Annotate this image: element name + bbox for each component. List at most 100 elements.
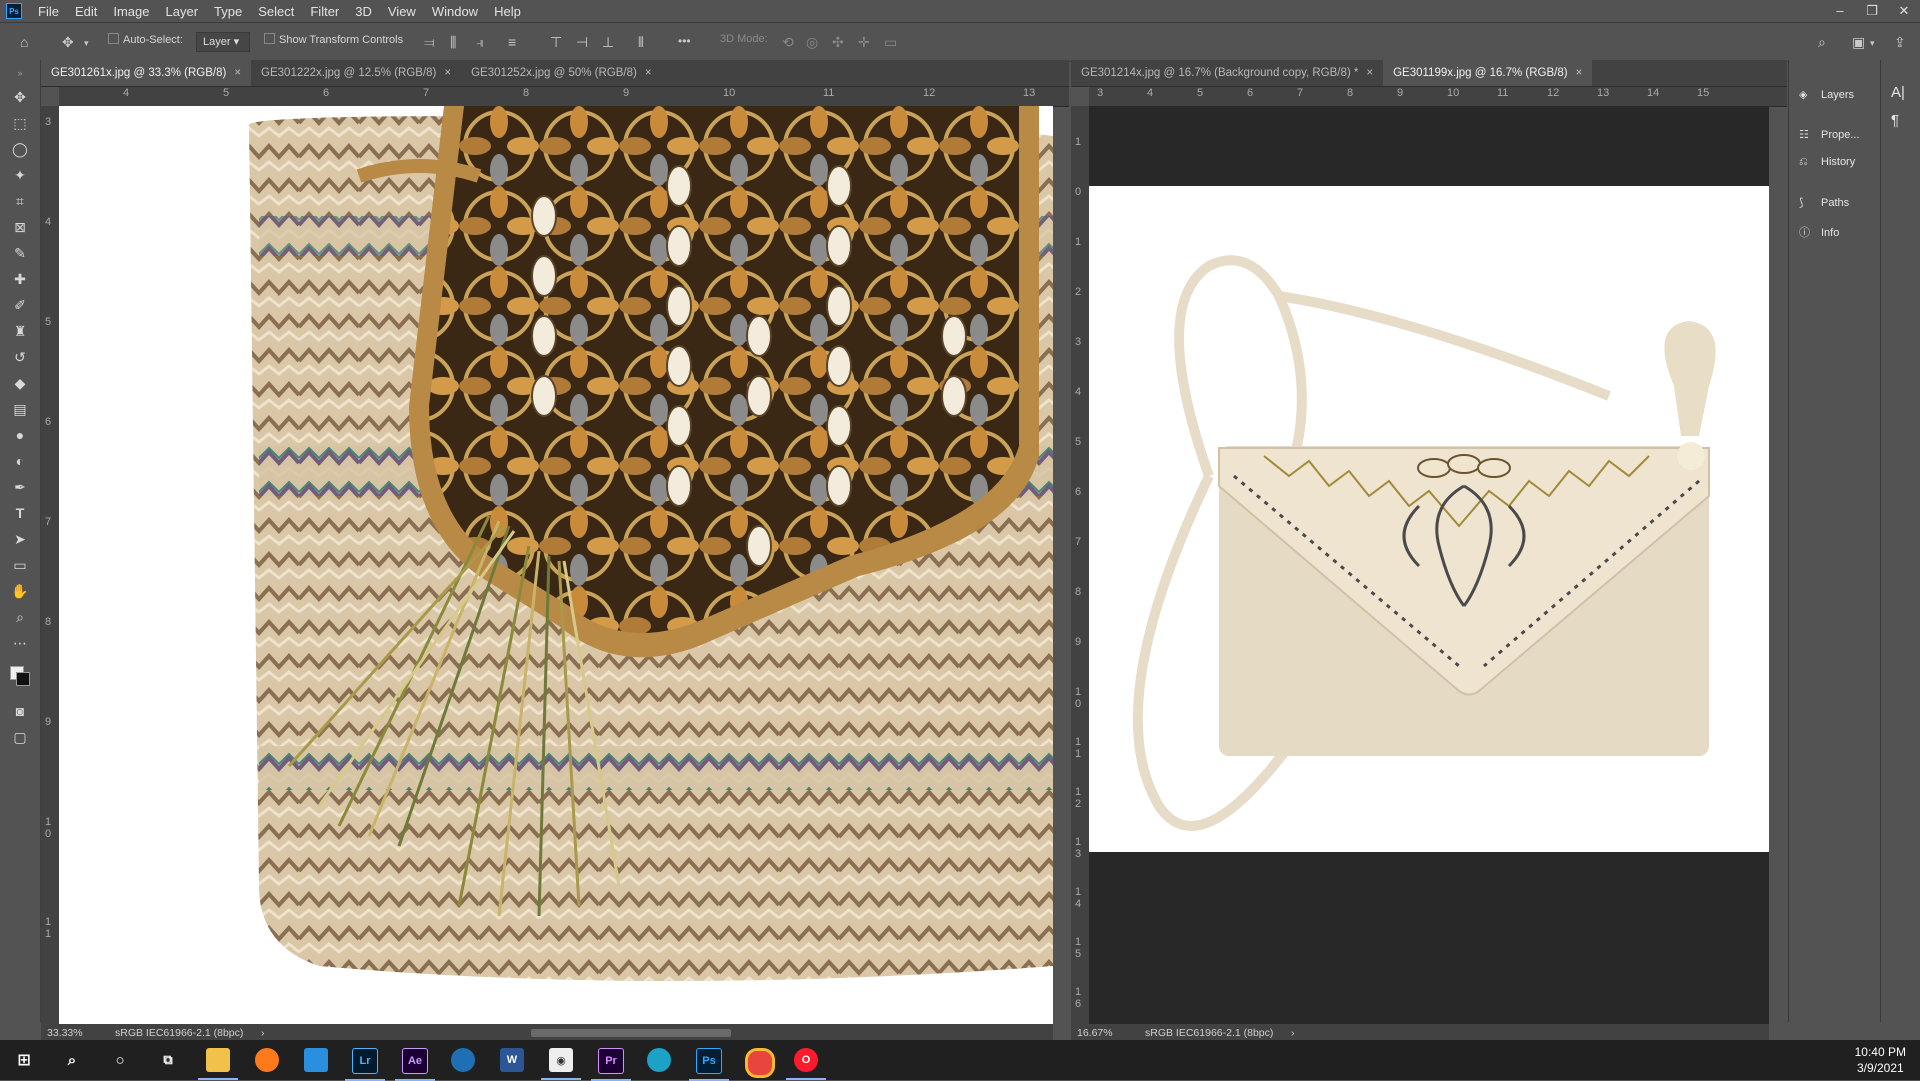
align-center-icon[interactable]: ⫼ bbox=[450, 34, 456, 51]
clone-stamp-icon[interactable]: ♜ bbox=[10, 322, 30, 340]
tab-ge301252[interactable]: GE301252x.jpg @ 50% (RGB/8) × bbox=[461, 60, 661, 86]
more-tools-icon[interactable]: ⋯ bbox=[10, 634, 30, 652]
windows-start-icon[interactable]: ⊞ bbox=[12, 1048, 36, 1072]
frame-tool-icon[interactable]: ⊠ bbox=[10, 218, 30, 236]
file-explorer-icon[interactable] bbox=[198, 1048, 238, 1080]
menu-type[interactable]: Type bbox=[206, 4, 250, 19]
tab-ge301199[interactable]: GE301199x.jpg @ 16.7% (RGB/8) × bbox=[1383, 60, 1593, 86]
close-button[interactable]: ✕ bbox=[1888, 0, 1920, 22]
menu-filter[interactable]: Filter bbox=[302, 4, 347, 19]
panel-paths[interactable]: ⟆ Paths bbox=[1799, 196, 1849, 209]
menu-window[interactable]: Window bbox=[424, 4, 486, 19]
gradient-tool-icon[interactable]: ▤ bbox=[10, 400, 30, 418]
ruler-label: 1 bbox=[1075, 236, 1082, 248]
store-icon[interactable] bbox=[304, 1048, 328, 1072]
capture-app-icon[interactable]: ◉ bbox=[541, 1048, 581, 1080]
show-transform-checkbox[interactable]: Show Transform Controls bbox=[264, 33, 403, 46]
auto-select-checkbox[interactable]: Auto-Select: bbox=[108, 33, 183, 46]
collapsed-panels: ◈ Layers ☷ Prope... ⎌ History ⟆ Paths ⓘ Info bbox=[1788, 60, 1881, 1022]
tab-ge301222[interactable]: GE301222x.jpg @ 12.5% (RGB/8) × bbox=[251, 60, 461, 86]
panel-properties[interactable]: ☷ Prope... bbox=[1799, 128, 1860, 141]
align-right-icon[interactable]: ⫣ bbox=[476, 34, 484, 51]
pen-tool-icon[interactable]: ✒ bbox=[10, 478, 30, 496]
history-brush-icon[interactable]: ↺ bbox=[10, 348, 30, 366]
close-tab-icon[interactable]: × bbox=[1366, 67, 1373, 79]
panel-history[interactable]: ⎌ History bbox=[1799, 156, 1855, 169]
auto-select-dropdown[interactable]: Layer ▾ bbox=[196, 32, 250, 52]
word-icon[interactable]: W bbox=[500, 1048, 524, 1072]
move-tool-icon[interactable]: ✥ bbox=[62, 34, 74, 51]
tab-ge301214[interactable]: GE301214x.jpg @ 16.7% (Background copy, … bbox=[1071, 60, 1383, 86]
settings-app-icon[interactable] bbox=[451, 1048, 475, 1072]
path-selection-icon[interactable]: ➤ bbox=[10, 530, 30, 548]
type-tool-icon[interactable]: T bbox=[10, 504, 30, 522]
after-effects-icon[interactable]: Ae bbox=[395, 1048, 435, 1081]
right-canvas[interactable] bbox=[1089, 186, 1769, 852]
menu-image[interactable]: Image bbox=[105, 4, 157, 19]
screen-mode-icon[interactable]: ▢ bbox=[10, 728, 30, 746]
ruler-label: 14 bbox=[1647, 87, 1660, 99]
system-clock[interactable]: 10:40 PM 3/9/2021 bbox=[1855, 1044, 1906, 1076]
menu-file[interactable]: File bbox=[30, 4, 67, 19]
crop-tool-icon[interactable]: ⌗ bbox=[10, 192, 30, 210]
lasso-tool-icon[interactable]: ◯ bbox=[10, 140, 30, 158]
magic-wand-icon[interactable]: ✦ bbox=[10, 166, 30, 184]
move-tool-icon[interactable]: ✥ bbox=[10, 88, 30, 106]
menu-layer[interactable]: Layer bbox=[158, 4, 207, 19]
minimize-button[interactable]: – bbox=[1824, 0, 1856, 22]
horizontal-scrollbar[interactable] bbox=[531, 1029, 731, 1037]
close-tab-icon[interactable]: × bbox=[234, 67, 241, 79]
healing-brush-icon[interactable]: ✚ bbox=[10, 270, 30, 288]
share-icon[interactable]: ⇪ bbox=[1894, 34, 1906, 51]
tab-ge301261[interactable]: GE301261x.jpg @ 33.3% (RGB/8) × bbox=[41, 60, 252, 86]
brush-tool-icon[interactable]: ✐ bbox=[10, 296, 30, 314]
restore-button[interactable]: ❐ bbox=[1856, 0, 1888, 22]
cortana-icon[interactable]: ○ bbox=[108, 1048, 132, 1072]
background-color-swatch[interactable] bbox=[16, 672, 30, 686]
align-middle-icon[interactable]: ⊣ bbox=[576, 34, 588, 51]
eyedropper-icon[interactable]: ✎ bbox=[10, 244, 30, 262]
menu-view[interactable]: View bbox=[380, 4, 424, 19]
align-left-icon[interactable]: ⫤ bbox=[424, 34, 435, 51]
align-bottom-icon[interactable]: ⊥ bbox=[602, 34, 614, 51]
character-panel-icon[interactable]: A| bbox=[1891, 84, 1905, 101]
zoom-tool-icon[interactable]: ⌕ bbox=[10, 608, 30, 626]
menu-help[interactable]: Help bbox=[486, 4, 529, 19]
task-view-icon[interactable]: ⧉ bbox=[156, 1048, 180, 1072]
paragraph-panel-icon[interactable]: ¶ bbox=[1891, 112, 1899, 129]
blur-tool-icon[interactable]: ● bbox=[10, 426, 30, 444]
distribute-icon[interactable]: ≡ bbox=[508, 34, 516, 50]
distribute-vertical-icon[interactable]: ⫴ bbox=[638, 34, 644, 51]
close-tab-icon[interactable]: × bbox=[444, 67, 451, 79]
edge-icon[interactable] bbox=[647, 1048, 671, 1072]
workspace-chevron-icon[interactable]: ▾ bbox=[1870, 38, 1875, 49]
photoshop-icon[interactable]: Ps bbox=[689, 1048, 729, 1081]
left-canvas[interactable] bbox=[59, 106, 1053, 1024]
chrome-icon[interactable] bbox=[745, 1048, 775, 1078]
panel-layers[interactable]: ◈ Layers bbox=[1799, 88, 1854, 101]
eraser-icon[interactable]: ◆ bbox=[10, 374, 30, 392]
close-tab-icon[interactable]: × bbox=[1576, 67, 1583, 79]
menu-select[interactable]: Select bbox=[250, 4, 302, 19]
menu-3d[interactable]: 3D bbox=[347, 4, 380, 19]
quick-mask-icon[interactable]: ◙ bbox=[10, 702, 30, 720]
search-icon[interactable]: ⌕ bbox=[60, 1048, 84, 1072]
menu-edit[interactable]: Edit bbox=[67, 4, 105, 19]
firefox-icon[interactable] bbox=[255, 1048, 279, 1072]
premiere-icon[interactable]: Pr bbox=[591, 1048, 631, 1081]
rectangle-tool-icon[interactable]: ▭ bbox=[10, 556, 30, 574]
workspace-icon[interactable]: ▣ bbox=[1852, 34, 1865, 51]
lightroom-icon[interactable]: Lr bbox=[345, 1048, 385, 1081]
search-icon[interactable]: ⌕ bbox=[1818, 34, 1826, 51]
dodge-tool-icon[interactable]: ◐ bbox=[10, 452, 30, 470]
home-icon[interactable]: ⌂ bbox=[20, 34, 28, 50]
marquee-tool-icon[interactable]: ⬚ bbox=[10, 114, 30, 132]
opera-icon[interactable]: O bbox=[786, 1048, 826, 1080]
collapse-icon[interactable]: » bbox=[10, 64, 30, 82]
panel-info[interactable]: ⓘ Info bbox=[1799, 224, 1839, 240]
more-options-button[interactable]: ••• bbox=[678, 34, 691, 48]
close-tab-icon[interactable]: × bbox=[645, 67, 652, 79]
align-top-icon[interactable]: ⊤ bbox=[550, 34, 562, 51]
chevron-down-icon[interactable]: ▾ bbox=[84, 38, 89, 49]
hand-tool-icon[interactable]: ✋ bbox=[10, 582, 30, 600]
